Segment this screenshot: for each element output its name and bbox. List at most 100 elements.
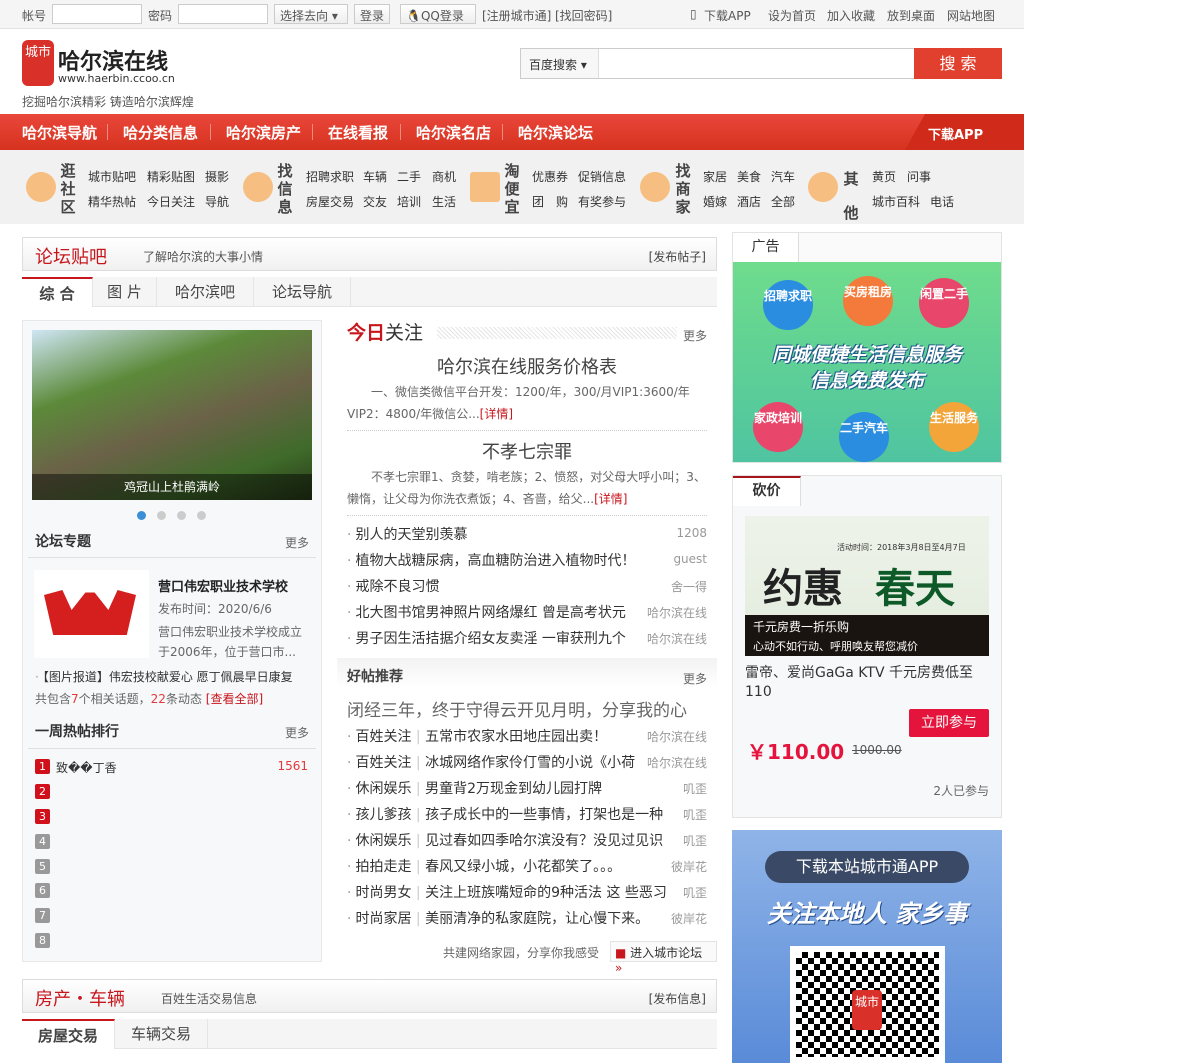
subnav-link[interactable]: 有奖参与 — [578, 193, 626, 210]
post-info-link[interactable]: [发布信息] — [649, 990, 706, 1007]
list-item[interactable]: 植物大战糖尿病，高血糖防治进入植物时代！ — [347, 550, 635, 570]
subnav-link[interactable]: 汽车 — [771, 168, 795, 185]
search-engine-select[interactable]: 百度搜索 ▾ — [521, 49, 599, 78]
subnav-link[interactable]: 优惠券 — [532, 168, 568, 185]
subnav-link[interactable]: 婚嫁 — [703, 193, 727, 210]
subnav-link[interactable]: 精华热帖 — [88, 193, 136, 210]
ad-banner[interactable]: 招聘求职 买房租房 闲置二手 同城便捷生活信息服务 信息免费发布 家政培训 二手… — [733, 262, 1001, 462]
subnav-link[interactable]: 今日关注 — [147, 193, 195, 210]
bargain-title[interactable]: 雷帝、爱尚GaGa KTV 千元房费低至110 — [745, 664, 989, 702]
post-category[interactable]: 百姓关注 — [355, 755, 411, 771]
slideshow-image[interactable]: 鸡冠山上杜鹃满岭 — [32, 330, 312, 500]
post-category[interactable]: 百姓关注 — [355, 729, 411, 745]
subnav-link[interactable]: 全部 — [771, 193, 795, 210]
good-post-item[interactable]: 百姓关注 | 五常市农家水田地庄园出卖！ — [347, 726, 607, 746]
post-title[interactable]: 关注上班族嘴短命的9种活法 这 些恶习 — [425, 885, 667, 901]
tab-pictures[interactable]: 图 片 — [93, 277, 157, 307]
post-thread-link[interactable]: [发布帖子] — [649, 248, 706, 265]
subnav-link[interactable]: 摄影 — [205, 168, 229, 185]
subnav-link[interactable]: 城市百科 — [872, 193, 920, 210]
direction-select[interactable]: 选择去向 ▾ — [274, 4, 348, 24]
tab-harbin-bar[interactable]: 哈尔滨吧 — [157, 277, 254, 307]
post-title[interactable]: 美丽清净的私家庭院，让心慢下来。 — [425, 911, 649, 927]
nav-forum[interactable]: 哈尔滨论坛 — [518, 122, 593, 143]
qq-login-button[interactable]: 🐧QQ登录 — [400, 4, 476, 24]
subnav-link[interactable]: 培训 — [397, 193, 421, 210]
article-headline[interactable]: 不孝七宗罪 — [347, 438, 707, 464]
bargain-tab[interactable]: 砍价 — [733, 476, 801, 506]
nav-newspaper[interactable]: 在线看报 — [328, 122, 388, 143]
subnav-link[interactable]: 酒店 — [737, 193, 761, 210]
add-favorite-link[interactable]: 加入收藏 — [827, 7, 875, 24]
subnav-link[interactable]: 精彩贴图 — [147, 168, 195, 185]
subnav-link[interactable]: 招聘求职 — [306, 168, 354, 185]
subnav-link[interactable]: 城市贴吧 — [88, 168, 136, 185]
good-headline[interactable]: 闭经三年，终于守得云开见月明，分享我的心 — [347, 696, 709, 721]
good-post-item[interactable]: 时尚男女 | 关注上班族嘴短命的9种活法 这 些恶习 — [347, 882, 667, 902]
subnav-link[interactable]: 团 购 — [532, 193, 568, 210]
good-post-item[interactable]: 休闲娱乐 | 见过春如四季哈尔滨没有？没见过见识 — [347, 830, 663, 850]
desktop-link[interactable]: 放到桌面 — [887, 7, 935, 24]
good-post-item[interactable]: 休闲娱乐 | 男童背2万现金到幼儿园打牌 — [347, 778, 602, 798]
slide-dot[interactable] — [177, 511, 186, 520]
download-app-link[interactable]: 下载APP — [704, 7, 751, 24]
topic-report-link[interactable]: 【图片报道】伟宏技校献爱心 愿丁佩晨早日康复 — [35, 668, 293, 685]
post-title[interactable]: 冰城网络作家伶仃雪的小说《小荷 — [425, 755, 635, 771]
search-button[interactable]: 搜 索 — [914, 48, 1002, 79]
post-category[interactable]: 时尚男女 — [355, 885, 411, 901]
subnav-link[interactable]: 车辆 — [363, 168, 387, 185]
view-all-link[interactable]: [查看全部] — [206, 692, 263, 706]
post-category[interactable]: 拍拍走走 — [355, 859, 411, 875]
subnav-link[interactable]: 问事 — [907, 168, 931, 185]
weekly-more-link[interactable]: 更多 — [285, 724, 309, 741]
slide-caption[interactable]: 鸡冠山上杜鹃满岭 — [124, 478, 220, 495]
nav-download-app[interactable]: 下载APP — [928, 124, 983, 143]
good-post-item[interactable]: 时尚家居 | 美丽清净的私家庭院，让心慢下来。 — [347, 908, 649, 928]
subnav-link[interactable]: 房屋交易 — [306, 193, 354, 210]
good-post-item[interactable]: 孩儿爹孩 | 孩子成长中的一些事情，打架也是一种 — [347, 804, 663, 824]
slide-dot[interactable] — [197, 511, 206, 520]
post-title[interactable]: 五常市农家水田地庄园出卖！ — [425, 729, 607, 745]
nav-harbin-guide[interactable]: 哈尔滨导航 — [22, 122, 97, 143]
tab-vehicle-trade[interactable]: 车辆交易 — [115, 1019, 208, 1049]
post-title[interactable]: 男童背2万现金到幼儿园打牌 — [425, 781, 602, 797]
nav-classifieds[interactable]: 哈分类信息 — [123, 122, 198, 143]
list-item[interactable]: 别人的天堂别羡慕 — [347, 524, 467, 544]
logo-badge[interactable]: 城市 — [22, 40, 54, 86]
topic-more-link[interactable]: 更多 — [285, 534, 309, 551]
article-headline[interactable]: 哈尔滨在线服务价格表 — [347, 353, 707, 379]
sitemap-link[interactable]: 网站地图 — [947, 7, 995, 24]
detail-link[interactable]: [详情] — [480, 407, 513, 421]
good-post-item[interactable]: 拍拍走走 | 春风又绿小城，小花都笑了。。。 — [347, 856, 621, 876]
slide-dot[interactable] — [157, 511, 166, 520]
good-post-item[interactable]: 百姓关注 | 冰城网络作家伶仃雪的小说《小荷 — [347, 752, 635, 772]
post-category[interactable]: 休闲娱乐 — [355, 781, 411, 797]
subnav-link[interactable]: 商机 — [432, 168, 456, 185]
search-input[interactable] — [601, 49, 913, 78]
rank-title[interactable]: 致��丁香 — [56, 759, 117, 776]
enter-forum-button[interactable]: ■ 进入城市论坛 » — [610, 941, 717, 975]
nav-famous-shops[interactable]: 哈尔滨名店 — [416, 122, 491, 143]
post-category[interactable]: 时尚家居 — [355, 911, 411, 927]
bargain-banner[interactable]: 活动时间：2018年3月8日至4月7日 约惠 春天 千元房费一折乐购 心动不如行… — [745, 516, 989, 656]
tab-forum-nav[interactable]: 论坛导航 — [254, 277, 351, 307]
recover-password-link[interactable]: [找回密码] — [555, 7, 612, 24]
subnav-link[interactable]: 生活 — [432, 193, 456, 210]
app-download-banner[interactable]: 下载本站城市通APP 关注本地人 家乡事 城市 — [732, 830, 1002, 1063]
subnav-link[interactable]: 导航 — [205, 193, 229, 210]
post-title[interactable]: 春风又绿小城，小花都笑了。。。 — [425, 859, 621, 875]
post-category[interactable]: 孩儿爹孩 — [355, 807, 411, 823]
list-item[interactable]: 戒除不良习惯 — [347, 576, 439, 596]
register-link[interactable]: [注册城市通] — [482, 7, 551, 24]
join-now-button[interactable]: 立即参与 — [909, 709, 989, 737]
post-title[interactable]: 见过春如四季哈尔滨没有？没见过见识 — [425, 833, 663, 849]
subnav-link[interactable]: 家居 — [703, 168, 727, 185]
download-app-button[interactable]: 下载本站城市通APP — [765, 851, 969, 883]
subnav-link[interactable]: 二手 — [397, 168, 421, 185]
nav-real-estate[interactable]: 哈尔滨房产 — [226, 122, 301, 143]
tab-general[interactable]: 综 合 — [22, 277, 93, 307]
qr-code[interactable]: 城市 — [790, 946, 945, 1063]
login-button[interactable]: 登录 — [354, 4, 391, 24]
list-item[interactable]: 男子因生活拮据介绍女友卖淫 一审获刑九个 — [347, 628, 625, 648]
slide-dot-active[interactable] — [137, 511, 146, 520]
